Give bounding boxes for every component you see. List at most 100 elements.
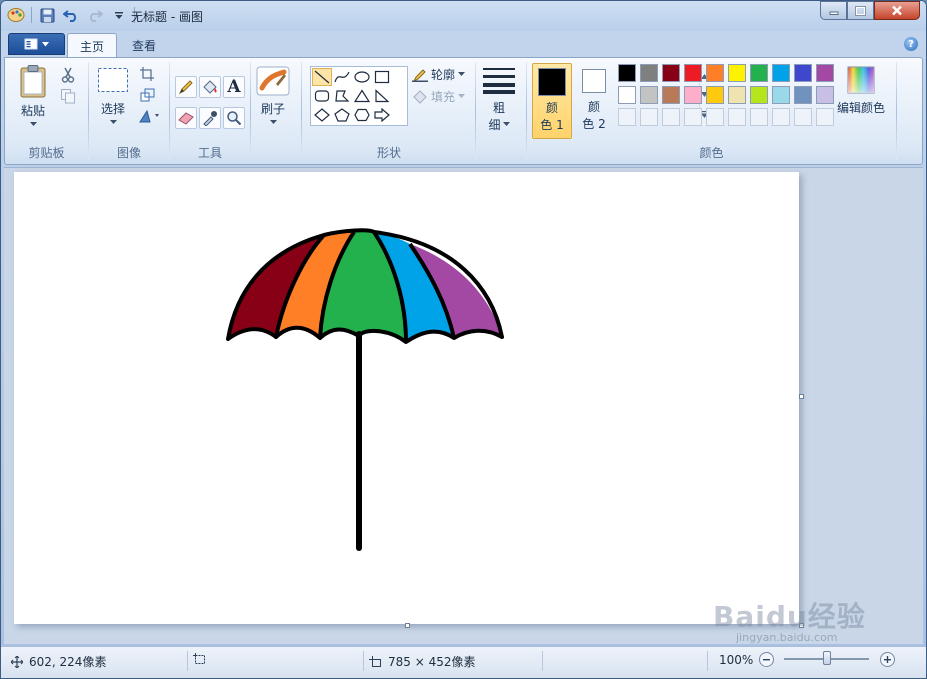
palette-swatch[interactable] <box>618 86 636 104</box>
outline-dropdown[interactable]: 轮廓 <box>412 66 466 83</box>
undo-icon[interactable] <box>62 6 80 24</box>
palette-swatch[interactable] <box>662 86 680 104</box>
zoom-out-button[interactable] <box>759 652 774 667</box>
palette-swatch[interactable] <box>662 64 680 82</box>
paste-icon <box>20 65 46 98</box>
status-divider <box>187 651 188 671</box>
size-button[interactable]: 粗 细 <box>482 66 516 133</box>
palette-swatch[interactable] <box>728 86 746 104</box>
maximize-button[interactable] <box>847 1 874 20</box>
canvas-resize-handle-right[interactable] <box>799 394 804 399</box>
redo-icon[interactable] <box>86 6 104 24</box>
minus-icon <box>763 659 770 661</box>
pencil-tool-icon[interactable] <box>175 76 197 98</box>
color2-label-line2: 色 2 <box>582 117 606 131</box>
palette-swatch[interactable] <box>640 64 658 82</box>
palette-swatch[interactable] <box>706 64 724 82</box>
drawing-canvas[interactable] <box>14 172 799 624</box>
shape-line-icon[interactable] <box>312 68 332 86</box>
color1-button[interactable]: 颜 色 1 <box>532 63 572 139</box>
save-icon[interactable] <box>38 6 56 24</box>
palette-custom-slot[interactable] <box>640 108 658 126</box>
palette-swatch[interactable] <box>618 64 636 82</box>
status-divider <box>707 651 708 671</box>
palette-swatch[interactable] <box>816 64 834 82</box>
palette-swatch[interactable] <box>772 64 790 82</box>
cut-icon[interactable] <box>58 65 78 85</box>
palette-swatch[interactable] <box>750 86 768 104</box>
palette-custom-slot[interactable] <box>618 108 636 126</box>
palette-custom-slot[interactable] <box>816 108 834 126</box>
palette-swatch[interactable] <box>772 86 790 104</box>
canvas-resize-handle-bottom[interactable] <box>405 623 410 628</box>
rotate-icon[interactable] <box>137 106 163 126</box>
shape-hexagon-icon[interactable] <box>352 106 372 124</box>
palette-swatch[interactable] <box>640 86 658 104</box>
crop-icon[interactable] <box>137 64 157 84</box>
clipboard-group-label: 剪贴板 <box>28 146 65 160</box>
fill-bucket-icon[interactable] <box>199 76 221 98</box>
chevron-down-icon <box>458 94 466 98</box>
window-title: 无标题 - 画图 <box>131 10 203 24</box>
status-divider <box>363 651 364 671</box>
palette-custom-slot[interactable] <box>662 108 680 126</box>
workspace <box>4 167 923 644</box>
palette-swatch[interactable] <box>706 86 724 104</box>
palette-custom-slot[interactable] <box>772 108 790 126</box>
color1-label-line1: 颜 <box>545 101 558 115</box>
text-tool-icon[interactable]: A <box>223 76 245 98</box>
canvas-size-icon <box>369 655 381 667</box>
paint-app-icon[interactable] <box>7 6 25 24</box>
palette-custom-slot[interactable] <box>706 108 724 126</box>
tab-view[interactable]: 查看 <box>120 33 168 57</box>
palette-swatch[interactable] <box>750 64 768 82</box>
close-button[interactable] <box>874 1 920 20</box>
shape-pentagon-icon[interactable] <box>332 106 352 124</box>
zoom-slider-thumb[interactable] <box>823 651 831 665</box>
palette-swatch[interactable] <box>684 64 702 82</box>
palette-custom-slot[interactable] <box>728 108 746 126</box>
select-button[interactable]: 选择 <box>97 67 129 125</box>
magnifier-icon[interactable] <box>223 107 245 129</box>
palette-custom-slot[interactable] <box>794 108 812 126</box>
resize-icon[interactable] <box>137 85 157 105</box>
clipboard-group: 粘贴 剪贴板 <box>5 58 88 164</box>
baidu-watermark: Baidu经验 <box>713 600 866 633</box>
shape-polygon-icon[interactable] <box>332 87 352 105</box>
select-label: 选择 <box>100 102 125 116</box>
paste-button[interactable]: 粘贴 <box>19 64 47 127</box>
palette-swatch[interactable] <box>794 64 812 82</box>
window-controls <box>820 1 920 20</box>
color2-button[interactable]: 颜 色 2 <box>574 63 614 139</box>
shape-curve-icon[interactable] <box>332 68 352 86</box>
shape-right-triangle-icon[interactable] <box>372 87 392 105</box>
edit-colors-button[interactable]: 编辑颜色 <box>837 66 885 116</box>
shape-triangle-icon[interactable] <box>352 87 372 105</box>
eraser-icon[interactable] <box>175 107 197 129</box>
zoom-in-button[interactable] <box>880 652 895 667</box>
palette-swatch[interactable] <box>728 64 746 82</box>
palette-swatch[interactable] <box>794 86 812 104</box>
brushes-button[interactable]: 刷子 <box>256 66 290 125</box>
outline-label: 轮廓 <box>431 68 456 82</box>
app-menu-button[interactable] <box>8 33 65 55</box>
palette-custom-slot[interactable] <box>684 108 702 126</box>
tab-home[interactable]: 主页 <box>67 33 118 57</box>
help-icon[interactable]: ? <box>904 37 918 51</box>
shape-rounded-rectangle-icon[interactable] <box>312 87 332 105</box>
shape-rectangle-icon[interactable] <box>372 68 392 86</box>
minimize-button[interactable] <box>820 1 847 20</box>
copy-icon[interactable] <box>58 86 78 106</box>
shape-arrow-icon[interactable] <box>372 106 392 124</box>
fill-dropdown[interactable]: 填充 <box>412 88 466 105</box>
color-picker-icon[interactable] <box>199 107 221 129</box>
color1-swatch <box>538 68 566 96</box>
palette-swatch[interactable] <box>684 86 702 104</box>
palette-swatch[interactable] <box>816 86 834 104</box>
group-separator <box>475 62 476 160</box>
shape-oval-icon[interactable] <box>352 68 372 86</box>
customize-qat-icon[interactable] <box>110 6 128 24</box>
shape-diamond-icon[interactable] <box>312 106 332 124</box>
palette-custom-slot[interactable] <box>750 108 768 126</box>
colors-group-label: 颜色 <box>699 146 724 160</box>
